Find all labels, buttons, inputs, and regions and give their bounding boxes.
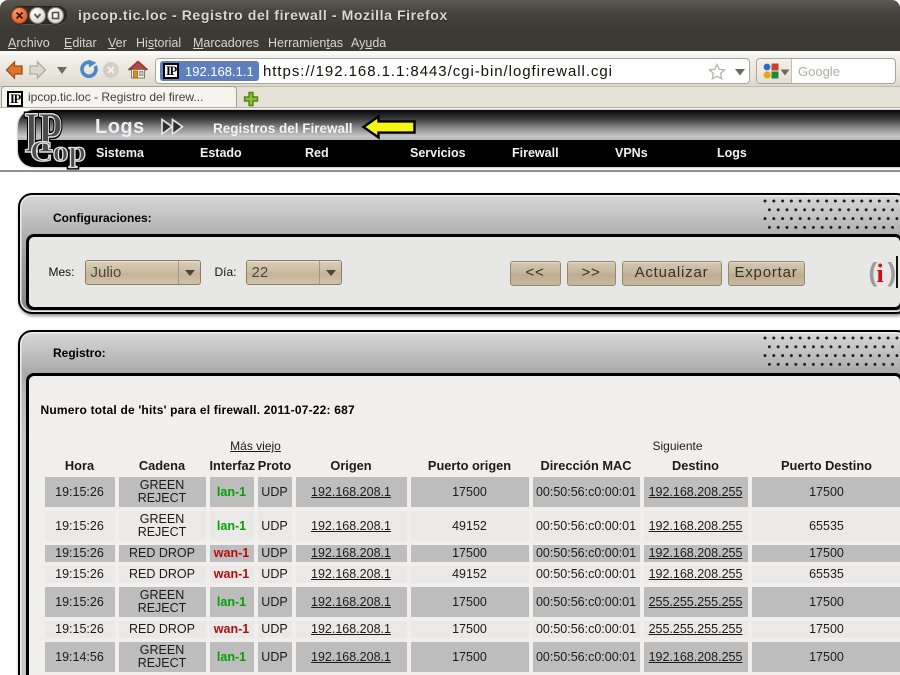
svg-text:Cop: Cop (30, 135, 86, 168)
